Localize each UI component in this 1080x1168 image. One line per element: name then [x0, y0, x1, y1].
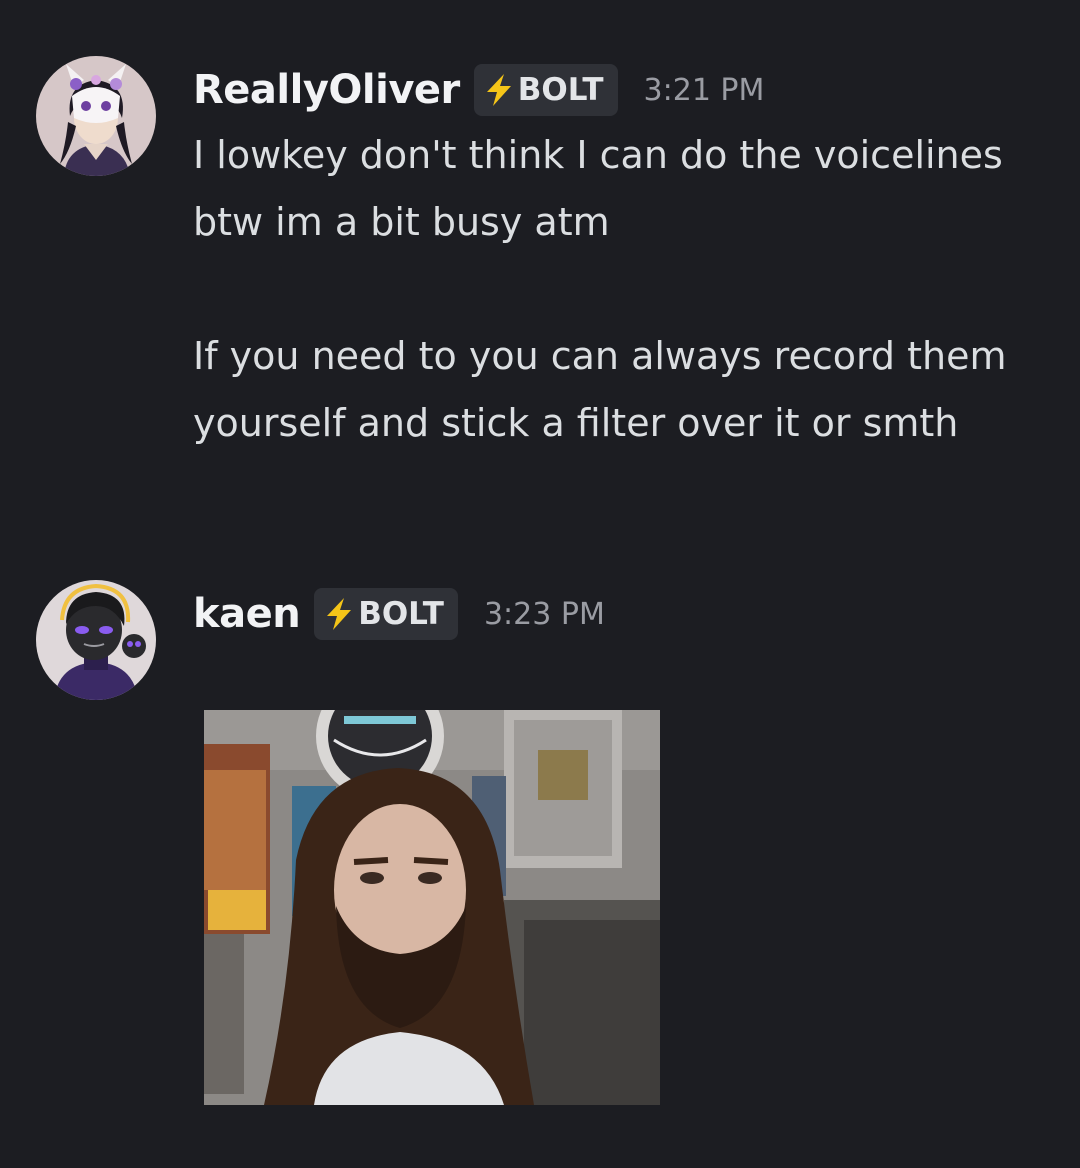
server-tag-label: BOLT [517, 72, 604, 108]
lightning-bolt-icon [327, 598, 352, 630]
chat-log: ReallyOliver BOLT 3:21 PM I lowkey don't… [0, 0, 1080, 1168]
image-attachment[interactable] [204, 710, 660, 1105]
message-paragraph: I lowkey don't think I can do the voicel… [193, 133, 1003, 244]
server-tag[interactable]: BOLT [314, 588, 458, 640]
message-paragraph: If you need to you can always record the… [193, 334, 1007, 445]
message-content: I lowkey don't think I can do the voicel… [193, 122, 1053, 457]
server-tag-label: BOLT [358, 596, 444, 632]
message-header: ReallyOliver BOLT 3:21 PM [193, 62, 764, 118]
username[interactable]: kaen [193, 591, 301, 637]
attached-photo [204, 710, 660, 1105]
lightning-bolt-icon [486, 74, 511, 106]
username[interactable]: ReallyOliver [193, 67, 460, 113]
server-tag[interactable]: BOLT [473, 64, 618, 116]
timestamp[interactable]: 3:21 PM [644, 73, 765, 108]
avatar-image [36, 56, 156, 176]
timestamp[interactable]: 3:23 PM [484, 597, 605, 632]
avatar-image [36, 580, 156, 700]
avatar[interactable] [36, 580, 156, 700]
avatar[interactable] [36, 56, 156, 176]
message-header: kaen BOLT 3:23 PM [193, 586, 605, 642]
